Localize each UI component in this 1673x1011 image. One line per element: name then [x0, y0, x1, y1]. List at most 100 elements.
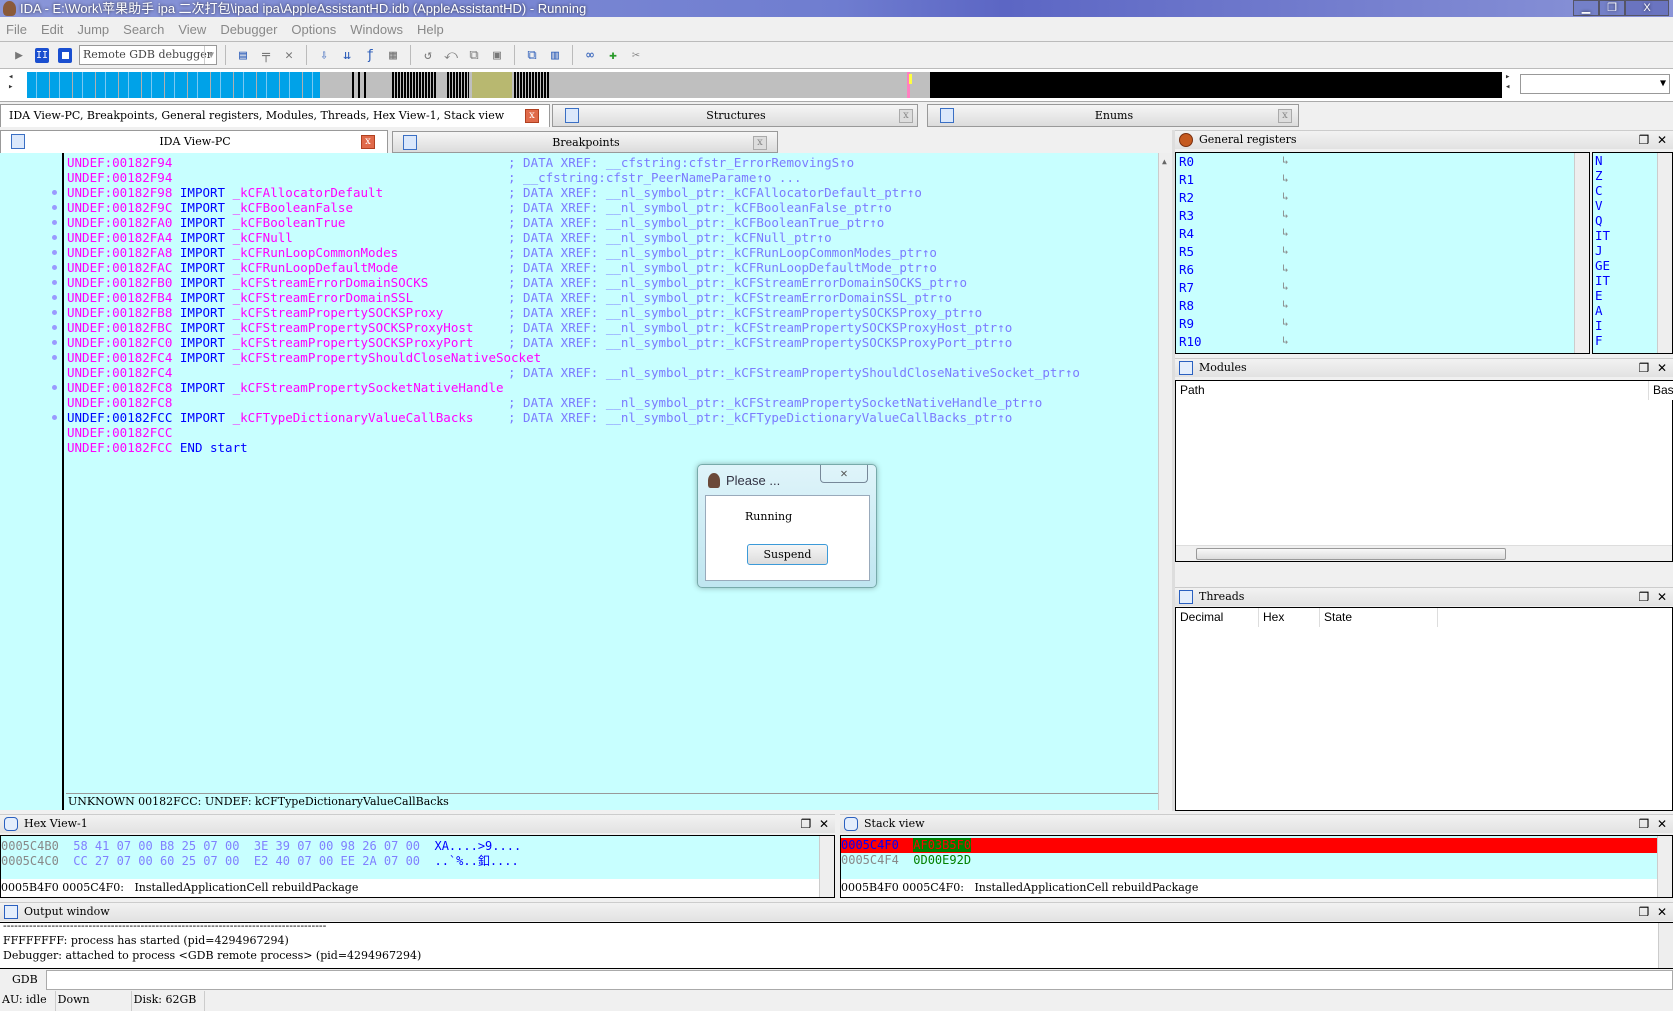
column-hex[interactable]: Hex [1259, 608, 1320, 627]
suspend-button[interactable]: Suspend [747, 544, 828, 565]
line-symbol[interactable]: _kCFAllocatorDefault [233, 185, 384, 200]
add-watch-icon[interactable]: ✚ [604, 46, 622, 64]
register-row[interactable]: R7 ↳ [1179, 280, 1289, 298]
jump-arrow-icon[interactable]: ↳ [1282, 262, 1289, 275]
menu-search[interactable]: Search [117, 22, 172, 37]
float-icon[interactable]: ❐ [1639, 817, 1650, 831]
dialog-close-button[interactable]: ✕ [820, 465, 868, 483]
menu-options[interactable]: Options [285, 22, 344, 37]
code-line[interactable]: UNDEF:00182FCC [67, 425, 172, 440]
code-line[interactable]: UNDEF:00182FC8 ; DATA XREF: __nl_symbol_p… [67, 395, 1042, 410]
register-row[interactable]: R6 ↳ [1179, 262, 1289, 280]
code-line[interactable]: UNDEF:00182FC0 IMPORT _kCFStreamProperty… [67, 335, 1012, 350]
jump-icon[interactable]: ⧉ [465, 46, 483, 64]
register-row[interactable]: R2 ↳ [1179, 190, 1289, 208]
breakpoint-marker[interactable] [52, 205, 57, 210]
breakpoint-marker[interactable] [52, 280, 57, 285]
line-symbol[interactable]: _kCFStreamPropertyShouldCloseNativeSocke… [233, 350, 542, 365]
line-symbol[interactable]: _kCFRunLoopDefaultMode [233, 260, 399, 275]
jump-arrow-icon[interactable]: ↳ [1282, 226, 1289, 239]
close-icon[interactable]: ✕ [1657, 905, 1667, 919]
close-window-button[interactable]: X [1625, 0, 1669, 16]
flag-name[interactable]: V [1595, 198, 1603, 213]
nav-right-arrow-icon[interactable]: ▸ ◂ [1505, 72, 1510, 92]
jump-arrow-icon[interactable]: ↳ [1282, 190, 1289, 203]
flag-name[interactable]: J [1595, 243, 1603, 258]
run-to-cursor-icon[interactable]: ▦ [384, 46, 402, 64]
breakpoint-marker[interactable] [52, 415, 57, 420]
step-back-icon[interactable]: ↺ [419, 46, 437, 64]
threads-list[interactable]: Decimal Hex State [1175, 607, 1673, 811]
registers-pane[interactable]: R0 ↳ R1 ↳ R2 ↳ R3 ↳ R4 ↳ R5 ↳ R6 ↳ R7 ↳ R8 ↳ R9 ↳ R10 ↳ [1175, 152, 1590, 354]
breakpoint-marker[interactable] [52, 355, 57, 360]
code-line[interactable]: UNDEF:00182FC4 ; DATA XREF: __nl_symbol_p… [67, 365, 1080, 380]
registers-scrollbar[interactable] [1574, 153, 1589, 353]
minimize-button[interactable]: ▁ [1573, 0, 1599, 16]
float-icon[interactable]: ❐ [1639, 133, 1650, 147]
code-line[interactable]: UNDEF:00182FBC IMPORT _kCFStreamProperty… [67, 320, 1012, 335]
code-line[interactable]: UNDEF:00182FA4 IMPORT _kCFNull ; DATA XRE… [67, 230, 832, 245]
step-into-icon[interactable]: ⇩ [315, 46, 333, 64]
stack-row-current[interactable]: 0005C4F0 AF03B5F0 [841, 838, 1659, 853]
tab-structures[interactable]: Structures x [552, 104, 918, 127]
breakpoint-marker[interactable] [52, 250, 57, 255]
jump-arrow-icon[interactable]: ↳ [1282, 172, 1289, 185]
jump-arrow-icon[interactable]: ↳ [1282, 334, 1289, 347]
code-line[interactable]: UNDEF:00182F94 ; __cfstring:cfstr_PeerNam… [67, 170, 802, 185]
flag-name[interactable]: A [1595, 303, 1603, 318]
close-icon[interactable]: x [899, 109, 913, 123]
flag-name[interactable]: IT [1595, 228, 1610, 243]
register-row[interactable]: R3 ↳ [1179, 208, 1289, 226]
debugger-select[interactable]: Remote GDB debugger [79, 45, 217, 65]
flag-name[interactable]: Q [1595, 213, 1603, 228]
output-window[interactable]: ----------------------------------------… [0, 922, 1673, 968]
menu-windows[interactable]: Windows [344, 22, 411, 37]
code-line[interactable]: UNDEF:00182FCC END start [67, 440, 248, 455]
column-decimal[interactable]: Decimal [1176, 608, 1259, 627]
code-line[interactable]: UNDEF:00182FA0 IMPORT _kCFBooleanTrue ; D… [67, 215, 884, 230]
tab-debug-views[interactable]: IDA View-PC, Breakpoints, General regist… [0, 104, 550, 127]
register-row[interactable]: R4 ↳ [1179, 226, 1289, 244]
flag-name[interactable]: GE [1595, 258, 1610, 273]
modules-list[interactable]: Path Base [1175, 380, 1673, 562]
code-line[interactable]: UNDEF:00182FB0 IMPORT _kCFStreamErrorDom… [67, 275, 967, 290]
register-row[interactable]: R5 ↳ [1179, 244, 1289, 262]
pause-icon[interactable]: II [33, 46, 51, 64]
flags-pane[interactable]: N Z C V Q IT J GE IT E A I F [1592, 152, 1673, 354]
breakpoint-marker[interactable] [52, 325, 57, 330]
breakpoint-list-icon[interactable]: ▤ [234, 46, 252, 64]
float-icon[interactable]: ❐ [801, 817, 812, 831]
menu-help[interactable]: Help [411, 22, 452, 37]
flag-name[interactable]: IT [1595, 273, 1610, 288]
tab-ida-view-pc[interactable]: IDA View-PC x [0, 130, 388, 153]
tab-breakpoints[interactable]: Breakpoints x [392, 131, 778, 153]
close-icon[interactable]: x [525, 109, 539, 123]
flag-name[interactable]: Z [1595, 168, 1603, 183]
jump-arrow-icon[interactable]: ↳ [1282, 280, 1289, 293]
register-row[interactable]: R0 ↳ [1179, 154, 1289, 172]
code-line[interactable]: UNDEF:00182FA8 IMPORT _kCFRunLoopCommonM… [67, 245, 937, 260]
line-symbol[interactable]: start [210, 440, 248, 455]
jump-arrow-icon[interactable]: ↳ [1282, 208, 1289, 221]
register-row[interactable]: R1 ↳ [1179, 172, 1289, 190]
breakpoint-marker[interactable] [52, 220, 57, 225]
flag-name[interactable]: I [1595, 318, 1603, 333]
line-symbol[interactable]: _kCFStreamErrorDomainSOCKS [233, 275, 429, 290]
line-symbol[interactable]: _kCFTypeDictionaryValueCallBacks [233, 410, 474, 425]
flag-name[interactable]: E [1595, 288, 1603, 303]
close-icon[interactable]: ✕ [1657, 133, 1667, 147]
close-icon[interactable]: x [361, 135, 375, 149]
line-symbol[interactable]: _kCFStreamPropertySocketNativeHandle [233, 380, 504, 395]
delete-breakpoint-icon[interactable]: ✕ [280, 46, 298, 64]
breakpoint-marker[interactable] [52, 265, 57, 270]
breakpoint-marker[interactable] [52, 295, 57, 300]
flag-name[interactable]: N [1595, 153, 1603, 168]
code-line[interactable]: UNDEF:00182FB8 IMPORT _kCFStreamProperty… [67, 305, 982, 320]
menu-edit[interactable]: Edit [35, 22, 71, 37]
modules-window-icon[interactable]: ▥ [546, 46, 564, 64]
jump-arrow-icon[interactable]: ↳ [1282, 298, 1289, 311]
disassembly-view[interactable]: UNDEF:00182F94 ; DATA XREF: __cfstring:cf… [0, 153, 1173, 810]
float-icon[interactable]: ❐ [1639, 905, 1650, 919]
return-icon[interactable]: ⤺ [442, 46, 460, 64]
jump-arrow-icon[interactable]: ↳ [1282, 154, 1289, 167]
